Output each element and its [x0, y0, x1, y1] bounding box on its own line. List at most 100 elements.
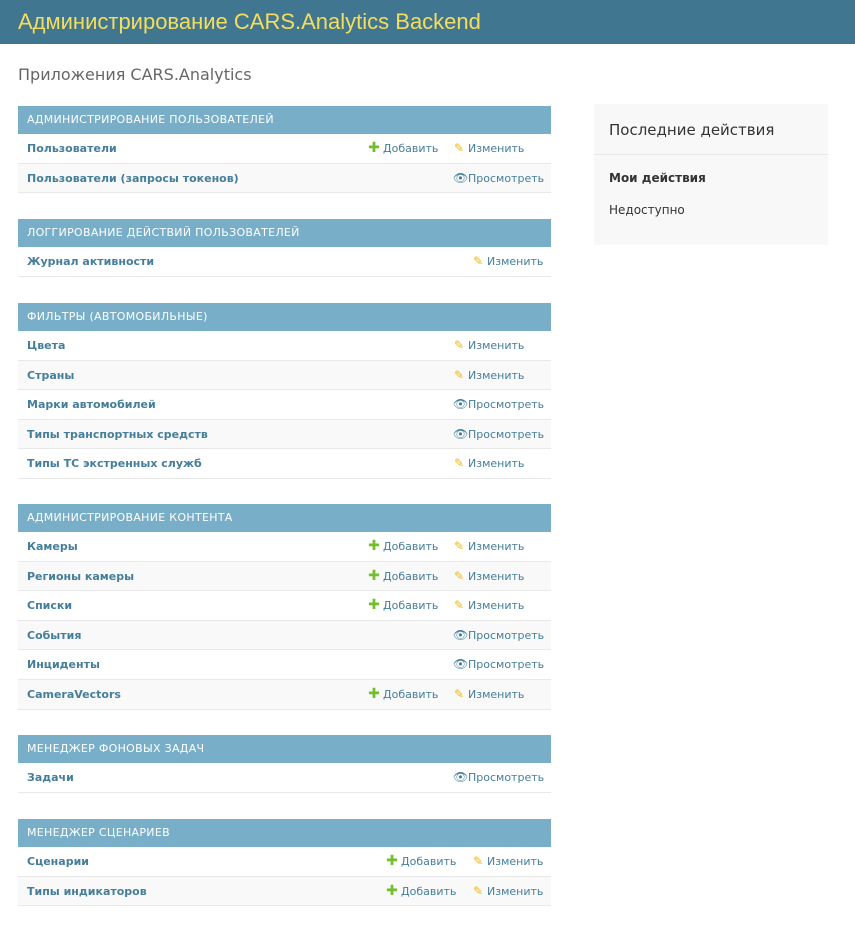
module-0: Администрирование пользователей Пользоват…: [18, 106, 551, 194]
model-row: Задачи 👁Просмотреть: [18, 763, 551, 793]
page-title: Приложения CARS.Analytics: [18, 65, 252, 84]
model-row: Регионы камеры ✚ Добавить ✎ Изменить: [18, 561, 551, 592]
module-4: Менеджер фоновых задач Задачи 👁Просмотреть: [18, 735, 551, 793]
change-link[interactable]: ✎ Изменить: [453, 331, 524, 360]
add-link[interactable]: ✚ Добавить: [368, 680, 438, 709]
model-link[interactable]: Регионы камеры: [27, 562, 134, 591]
change-label: Изменить: [468, 142, 525, 155]
model-link[interactable]: Списки: [27, 591, 72, 620]
add-label: Добавить: [401, 884, 457, 898]
change-label: Изменить: [468, 457, 525, 471]
model-row: Типы транспортных средств 👁Просмотреть: [18, 419, 551, 450]
plus-icon: ✚: [386, 853, 398, 869]
add-link[interactable]: ✚ Добавить: [368, 562, 438, 591]
module-header[interactable]: Администрирование пользователей: [18, 106, 551, 134]
change-link[interactable]: ✎ Изменить: [472, 877, 543, 906]
change-link[interactable]: ✎ Изменить: [453, 680, 524, 709]
module-header[interactable]: Логгирование действий пользователей: [18, 219, 551, 247]
add-link[interactable]: ✚ Добавить: [368, 134, 438, 163]
model-link[interactable]: Задачи: [27, 763, 74, 792]
recent-actions-title: Последние действия: [609, 121, 775, 139]
view-link[interactable]: 👁Просмотреть: [453, 763, 544, 792]
model-link[interactable]: Журнал активности: [27, 247, 154, 276]
add-label: Добавить: [383, 540, 439, 553]
add-label: Добавить: [383, 599, 439, 613]
view-label: Просмотреть: [468, 398, 545, 412]
model-link[interactable]: События: [27, 621, 81, 650]
pencil-icon: ✎: [453, 539, 465, 553]
model-row: События 👁Просмотреть: [18, 620, 551, 651]
module-header[interactable]: Менеджер фоновых задач: [18, 735, 551, 763]
model-link[interactable]: Типы транспортных средств: [27, 420, 208, 449]
view-link[interactable]: 👁Просмотреть: [453, 420, 544, 449]
change-link[interactable]: ✎ Изменить: [472, 247, 543, 276]
none-available-text: Недоступно: [609, 203, 685, 217]
add-label: Добавить: [383, 569, 439, 583]
view-link[interactable]: 👁Просмотреть: [453, 164, 544, 193]
model-link[interactable]: Камеры: [27, 532, 78, 561]
change-label: Изменить: [487, 884, 544, 898]
model-row: Пользователи (запросы токенов) 👁Просмотре…: [18, 163, 551, 194]
model-link[interactable]: Пользователи: [27, 134, 117, 163]
pencil-icon: ✎: [472, 883, 484, 898]
change-label: Изменить: [468, 540, 525, 553]
change-link[interactable]: ✎ Изменить: [453, 562, 524, 591]
site-name-link[interactable]: Администрирование CARS.Analytics Backend: [18, 9, 481, 35]
change-label: Изменить: [487, 255, 544, 268]
pencil-icon: ✎: [472, 254, 484, 268]
model-link[interactable]: CameraVectors: [27, 680, 121, 709]
add-link[interactable]: ✚ Добавить: [368, 532, 438, 561]
plus-icon: ✚: [368, 140, 380, 156]
model-link[interactable]: Сценарии: [27, 847, 89, 876]
change-link[interactable]: ✎ Изменить: [453, 134, 524, 163]
add-label: Добавить: [383, 687, 439, 701]
module-1: Логгирование действий пользователей Журна…: [18, 219, 551, 277]
site-header: Администрирование CARS.Analytics Backend: [0, 0, 855, 44]
plus-icon: ✚: [386, 882, 398, 899]
view-link[interactable]: 👁Просмотреть: [453, 650, 544, 679]
model-row: Типы ТС экстренных служб ✎ Изменить: [18, 449, 551, 479]
model-row: Инциденты 👁Просмотреть: [18, 650, 551, 680]
eye-icon: 👁: [453, 627, 469, 642]
add-link[interactable]: ✚ Добавить: [386, 847, 456, 876]
model-row: Сценарии ✚ Добавить ✎ Изменить: [18, 847, 551, 877]
module-header[interactable]: Администрирование контента: [18, 504, 551, 532]
change-label: Изменить: [468, 687, 525, 701]
model-row: Типы индикаторов ✚ Добавить ✎ Изменить: [18, 876, 551, 907]
model-row: Страны ✎ Изменить: [18, 360, 551, 391]
view-link[interactable]: 👁Просмотреть: [453, 621, 544, 650]
view-label: Просмотреть: [468, 771, 545, 784]
model-link[interactable]: Типы индикаторов: [27, 877, 147, 906]
view-label: Просмотреть: [468, 427, 545, 441]
model-link[interactable]: Типы ТС экстренных служб: [27, 449, 202, 478]
model-link[interactable]: Страны: [27, 361, 74, 390]
change-link[interactable]: ✎ Изменить: [453, 591, 524, 620]
recent-actions-divider: [594, 154, 828, 155]
change-label: Изменить: [468, 339, 525, 352]
plus-icon: ✚: [368, 538, 380, 554]
model-row: CameraVectors ✚ Добавить ✎ Изменить: [18, 679, 551, 710]
eye-icon: 👁: [453, 397, 469, 412]
module-header[interactable]: Фильтры (автомобильные): [18, 303, 551, 331]
change-link[interactable]: ✎ Изменить: [453, 361, 524, 390]
module-5: Менеджер сценариев Сценарии ✚ Добавить ✎ Изме…: [18, 819, 551, 907]
plus-icon: ✚: [368, 567, 380, 584]
view-label: Просмотреть: [468, 171, 545, 185]
model-row: Марки автомобилей 👁Просмотреть: [18, 390, 551, 420]
add-link[interactable]: ✚ Добавить: [368, 591, 438, 620]
model-link[interactable]: Цвета: [27, 331, 65, 360]
model-link[interactable]: Пользователи (запросы токенов): [27, 164, 239, 193]
model-link[interactable]: Инциденты: [27, 650, 100, 679]
change-link[interactable]: ✎ Изменить: [453, 532, 524, 561]
change-link[interactable]: ✎ Изменить: [453, 449, 524, 478]
view-link[interactable]: 👁Просмотреть: [453, 390, 544, 419]
change-link[interactable]: ✎ Изменить: [472, 847, 543, 876]
module-header[interactable]: Менеджер сценариев: [18, 819, 551, 847]
model-link[interactable]: Марки автомобилей: [27, 390, 156, 419]
add-link[interactable]: ✚ Добавить: [386, 877, 456, 906]
model-row: Списки ✚ Добавить ✎ Изменить: [18, 591, 551, 621]
pencil-icon: ✎: [453, 456, 465, 471]
eye-icon: 👁: [453, 170, 469, 185]
my-actions-heading: Мои действия: [609, 171, 706, 185]
recent-actions-panel: Последние действия Мои действия Недоступ…: [594, 104, 828, 245]
